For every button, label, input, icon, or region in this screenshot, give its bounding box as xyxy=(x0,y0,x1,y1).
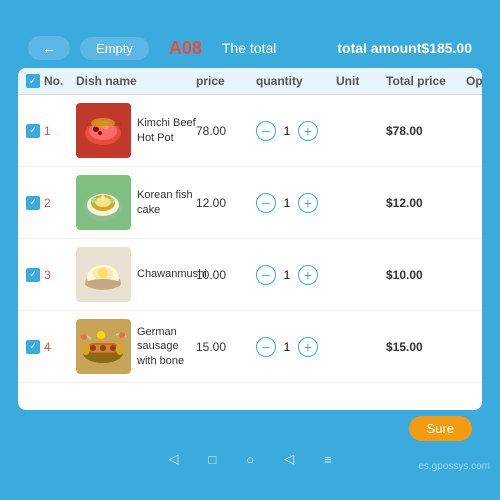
row-2-qty-value: 1 xyxy=(280,196,294,210)
table-id-label: A08 xyxy=(169,38,202,59)
row-2-food-image xyxy=(76,175,131,230)
col-header-price: price xyxy=(196,74,256,88)
row-4-operate-cell: ✎ xyxy=(466,337,482,357)
col-header-operate: Operate xyxy=(466,74,482,88)
row-3-total-price: $10.00 xyxy=(386,268,466,282)
row-1-quantity-cell: − 1 + xyxy=(256,121,336,141)
total-label: The total xyxy=(222,40,276,56)
food-1-svg xyxy=(76,103,131,158)
nav-triangle-icon[interactable]: ◁ xyxy=(284,451,294,467)
nav-square-icon[interactable]: □ xyxy=(208,452,216,467)
table-row: ✓ 4 xyxy=(18,311,482,383)
food-2-svg xyxy=(76,175,131,230)
row-1-operate-cell: ✎ xyxy=(466,121,482,141)
table-row: ✓ 1 xyxy=(18,95,482,167)
row-2-dish-name: Korean fish cake xyxy=(137,188,196,217)
row-3-food-image xyxy=(76,247,131,302)
tablet-frame: ← Empty A08 The total total amount$185.0… xyxy=(10,20,490,480)
content-area: ✓ No. Dish name price quantity Unit Tota… xyxy=(18,68,482,410)
row-4-number: 4 xyxy=(44,340,51,354)
row-3-operate-cell: ✎ xyxy=(466,265,482,285)
row-3-number: 3 xyxy=(44,268,51,282)
row-4-dish-cell: German sausage with bone xyxy=(76,319,196,374)
col-header-dish-name: Dish name xyxy=(76,74,196,88)
top-bar: ← Empty A08 The total total amount$185.0… xyxy=(18,28,482,68)
table-body: ✓ 1 xyxy=(18,95,482,410)
watermark: es.gpossys.com xyxy=(418,461,490,472)
row-4-dish-name: German sausage with bone xyxy=(137,325,196,368)
bottom-bar: Sure xyxy=(18,410,482,446)
row-1-plus-btn[interactable]: + xyxy=(298,121,318,141)
row-2-check: ✓ 2 xyxy=(26,196,76,210)
row-4-qty-value: 1 xyxy=(280,340,294,354)
row-2-checkbox[interactable]: ✓ xyxy=(26,196,40,210)
row-1-check: ✓ 1 xyxy=(26,124,76,138)
row-1-food-image xyxy=(76,103,131,158)
row-2-dish-cell: Korean fish cake xyxy=(76,175,196,230)
row-3-price: 10.00 xyxy=(196,268,256,282)
row-3-quantity-cell: − 1 + xyxy=(256,265,336,285)
row-4-minus-btn[interactable]: − xyxy=(256,337,276,357)
col-header-no: No. xyxy=(44,74,63,88)
back-arrow-icon: ← xyxy=(42,40,56,56)
row-1-qty-value: 1 xyxy=(280,124,294,138)
row-2-total-price: $12.00 xyxy=(386,196,466,210)
row-1-checkbox[interactable]: ✓ xyxy=(26,124,40,138)
row-4-quantity-cell: − 1 + xyxy=(256,337,336,357)
row-1-price: 78.00 xyxy=(196,124,256,138)
row-4-price: 15.00 xyxy=(196,340,256,354)
nav-back-icon[interactable]: ◁ xyxy=(168,451,178,467)
row-4-plus-btn[interactable]: + xyxy=(298,337,318,357)
row-3-minus-btn[interactable]: − xyxy=(256,265,276,285)
row-3-qty-value: 1 xyxy=(280,268,294,282)
row-2-number: 2 xyxy=(44,196,51,210)
food-4-svg xyxy=(76,319,131,374)
total-amount-label: total amount$185.00 xyxy=(337,40,472,56)
row-1-number: 1 xyxy=(44,124,51,138)
row-1-total-price: $78.00 xyxy=(386,124,466,138)
row-1-minus-btn[interactable]: − xyxy=(256,121,276,141)
header-checkbox-cell: ✓ No. xyxy=(26,74,76,88)
table-row: ✓ 2 xyxy=(18,167,482,239)
row-4-check: ✓ 4 xyxy=(26,340,76,354)
row-1-dish-name: Kimchi Beef Hot Pot xyxy=(137,116,196,145)
outer-container: ← Empty A08 The total total amount$185.0… xyxy=(0,0,500,500)
table-header: ✓ No. Dish name price quantity Unit Tota… xyxy=(18,68,482,95)
row-3-dish-cell: Chawanmushi xyxy=(76,247,196,302)
nav-bar: ◁ □ ○ ◁ ≡ xyxy=(18,446,482,472)
col-header-quantity: quantity xyxy=(256,74,336,88)
table-row: ✓ 3 xyxy=(18,239,482,311)
back-button[interactable]: ← xyxy=(28,36,70,60)
col-header-total-price: Total price xyxy=(386,74,466,88)
row-3-checkbox[interactable]: ✓ xyxy=(26,268,40,282)
row-4-food-image xyxy=(76,319,131,374)
row-1-dish-cell: Kimchi Beef Hot Pot xyxy=(76,103,196,158)
select-all-checkbox[interactable]: ✓ xyxy=(26,74,40,88)
row-2-plus-btn[interactable]: + xyxy=(298,193,318,213)
nav-circle-icon[interactable]: ○ xyxy=(246,452,254,467)
row-2-operate-cell: ✎ xyxy=(466,193,482,213)
row-4-total-price: $15.00 xyxy=(386,340,466,354)
nav-menu-icon[interactable]: ≡ xyxy=(324,452,332,467)
row-2-price: 12.00 xyxy=(196,196,256,210)
food-3-svg xyxy=(76,247,131,302)
sure-button[interactable]: Sure xyxy=(409,416,472,441)
col-header-unit: Unit xyxy=(336,74,386,88)
row-2-quantity-cell: − 1 + xyxy=(256,193,336,213)
row-3-check: ✓ 3 xyxy=(26,268,76,282)
empty-button[interactable]: Empty xyxy=(80,37,149,60)
row-4-checkbox[interactable]: ✓ xyxy=(26,340,40,354)
row-2-minus-btn[interactable]: − xyxy=(256,193,276,213)
row-3-plus-btn[interactable]: + xyxy=(298,265,318,285)
